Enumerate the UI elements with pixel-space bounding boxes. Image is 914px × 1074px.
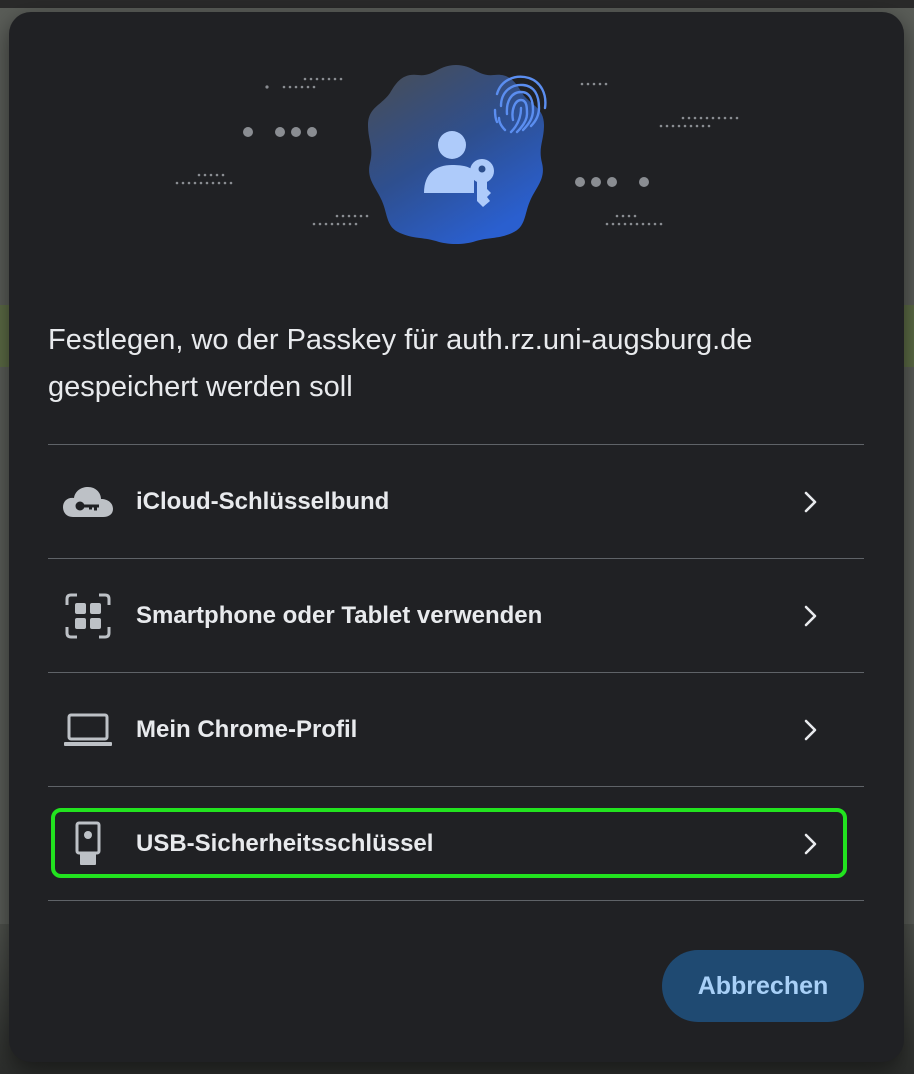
- usb-key-icon: [62, 818, 114, 870]
- chevron-right-icon: [800, 715, 820, 745]
- option-label: iCloud-Schlüsselbund: [136, 487, 390, 515]
- chevron-right-icon: [800, 829, 820, 859]
- dialog-title: Festlegen, wo der Passkey für auth.rz.un…: [48, 324, 753, 403]
- divider: [48, 900, 864, 901]
- option-icloud-keychain[interactable]: iCloud-Schlüsselbund: [48, 445, 864, 558]
- cancel-button[interactable]: Abbrechen: [662, 950, 864, 1022]
- option-label: Smartphone oder Tablet verwenden: [136, 601, 543, 629]
- option-chrome-profile[interactable]: Mein Chrome-Profil: [48, 673, 864, 786]
- chevron-right-icon: [800, 601, 820, 631]
- qr-code-icon: [62, 590, 114, 642]
- passkey-illustration: [175, 65, 739, 244]
- passkey-dialog: Festlegen, wo der Passkey für auth.rz.un…: [9, 12, 904, 1062]
- cloud-key-icon: [62, 476, 114, 528]
- passkey-location-list: iCloud-Schlüsselbund Smartphone oder Tab…: [48, 444, 864, 901]
- laptop-icon: [62, 704, 114, 756]
- chevron-right-icon: [800, 487, 820, 517]
- browser-top-bar: [0, 0, 914, 8]
- option-label: Mein Chrome-Profil: [136, 715, 358, 743]
- option-usb-security-key[interactable]: USB-Sicherheitsschlüssel: [48, 787, 864, 900]
- option-smartphone-tablet[interactable]: Smartphone oder Tablet verwenden: [48, 559, 864, 672]
- option-label: USB-Sicherheitsschlüssel: [136, 829, 434, 857]
